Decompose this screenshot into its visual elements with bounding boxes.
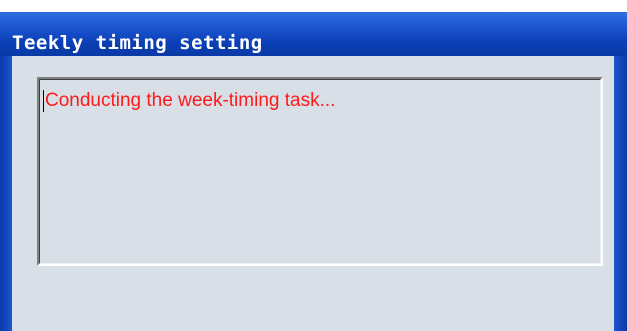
status-message: Conducting the week-timing task... xyxy=(45,90,336,111)
window-left-border xyxy=(0,56,12,331)
dialog-window: Teekly timing setting Conducting the wee… xyxy=(0,0,627,331)
screen-top-strip xyxy=(0,0,627,12)
title-bar[interactable]: Teekly timing setting xyxy=(0,12,627,56)
window-right-border xyxy=(614,56,627,331)
window-title: Teekly timing setting xyxy=(12,32,263,54)
status-textbox[interactable]: Conducting the week-timing task... xyxy=(37,77,603,266)
status-textbox-inner-border: Conducting the week-timing task... xyxy=(39,79,601,264)
text-caret xyxy=(43,90,44,112)
